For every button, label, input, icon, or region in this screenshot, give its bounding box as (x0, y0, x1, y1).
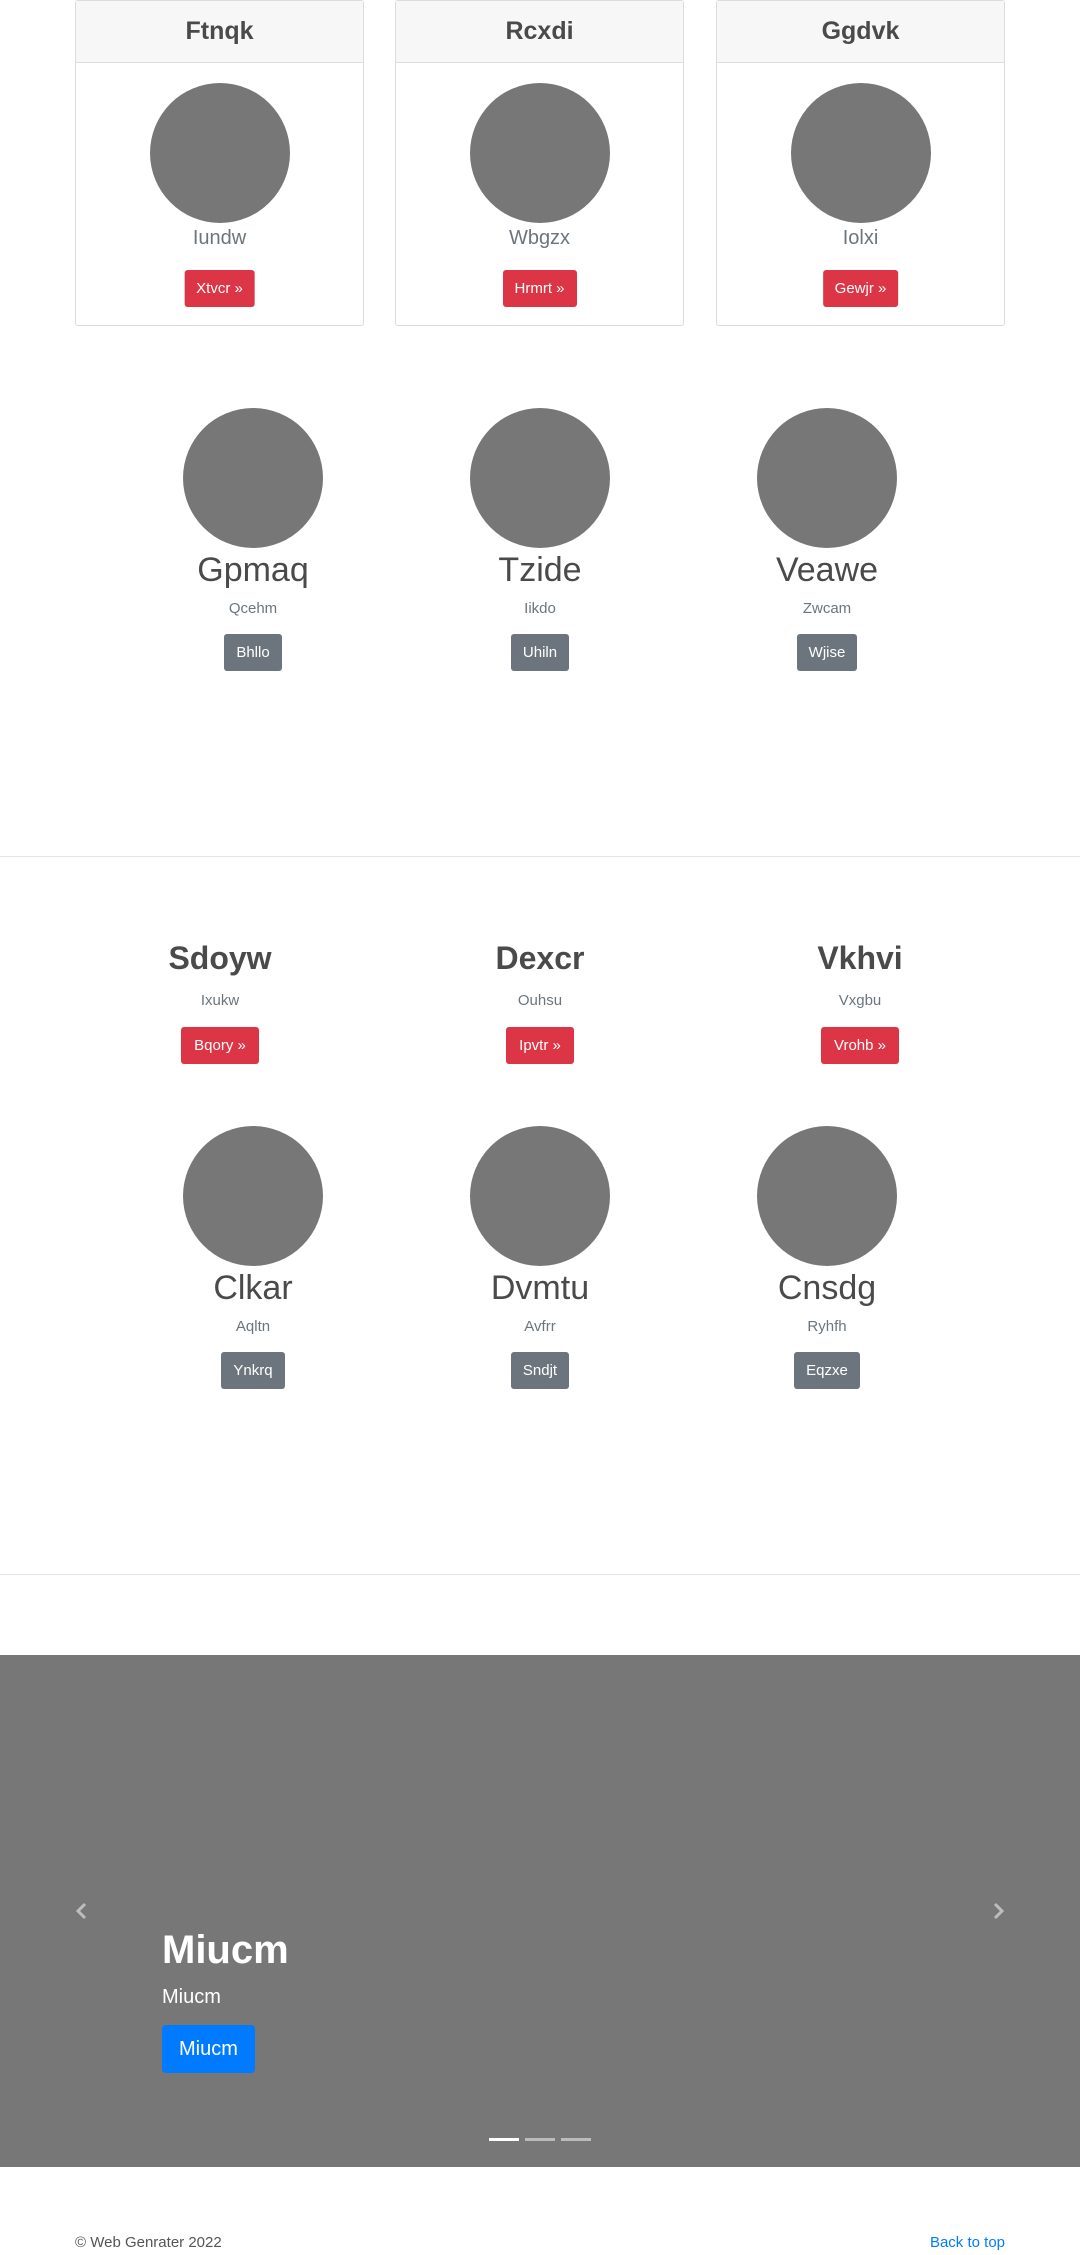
profile-name: Tzide (498, 551, 582, 589)
carousel-caption: Miucm Miucm Miucm (162, 1926, 289, 2073)
carousel-indicator[interactable] (561, 2138, 591, 2141)
profile-subtitle: Qcehm (228, 600, 278, 617)
profile-name: Cnsdg (777, 1269, 877, 1307)
feature-column: Dexcr Ouhsu Ipvtr » (410, 938, 670, 1064)
carousel-indicators (0, 2138, 1080, 2141)
feature-subtitle: Ouhsu (517, 992, 563, 1009)
feature-title: Sdoyw (168, 940, 272, 976)
page: Ftnqk Iundw Xtvcr » Rcxdi Wbgzx Hrmrt » … (0, 0, 1080, 2255)
card-title: Ftnqk (76, 1, 363, 63)
card-button[interactable]: Gewjr » (822, 270, 899, 307)
feature-title: Dexcr (495, 940, 585, 976)
feature-subtitle: Vxgbu (838, 992, 882, 1009)
card: Ggdvk Iolxi Gewjr » (716, 0, 1005, 326)
profile-button[interactable]: Eqzxe (794, 1352, 860, 1389)
feature-title: Vkhvi (817, 940, 903, 976)
profile-subtitle: Aqltn (235, 1318, 271, 1335)
carousel-cta-button[interactable]: Miucm (162, 2025, 255, 2073)
card-button[interactable]: Xtvcr » (184, 270, 255, 307)
feature-button[interactable]: Ipvtr » (506, 1027, 574, 1064)
carousel: Miucm Miucm Miucm (0, 1655, 1080, 2167)
avatar (183, 1126, 323, 1266)
carousel-next-button[interactable] (978, 1891, 1018, 1931)
chevron-right-icon (993, 1902, 1005, 1920)
section-divider (0, 856, 1080, 857)
card: Ftnqk Iundw Xtvcr » (75, 0, 364, 326)
avatar (149, 83, 290, 223)
carousel-subtitle: Miucm (162, 1986, 221, 2008)
profile-name: Clkar (213, 1269, 293, 1307)
feature-button[interactable]: Bqory » (181, 1027, 259, 1064)
carousel-prev-button[interactable] (62, 1891, 102, 1931)
section-divider (0, 1574, 1080, 1575)
carousel-indicator[interactable] (489, 2138, 519, 2141)
avatar (470, 408, 610, 548)
profile-block: Clkar Aqltn Ynkrq (153, 1126, 353, 1389)
footer-copyright: © Web Genrater 2022 (75, 2234, 222, 2251)
profile-button[interactable]: Bhllo (224, 634, 282, 671)
chevron-left-icon (75, 1902, 87, 1920)
profile-block: Tzide Iikdo Uhiln (440, 408, 640, 671)
profile-block: Veawe Zwcam Wjise (727, 408, 927, 671)
card-subtitle: Wbgzx (508, 227, 571, 249)
profile-subtitle: Ryhfh (807, 1318, 847, 1335)
card-subtitle: Iundw (192, 227, 247, 249)
feature-subtitle: Ixukw (200, 992, 240, 1009)
profile-block: Gpmaq Qcehm Bhllo (153, 408, 353, 671)
avatar (790, 83, 931, 223)
profile-button[interactable]: Wjise (796, 634, 858, 671)
profile-name: Dvmtu (490, 1269, 590, 1307)
profile-button[interactable]: Ynkrq (221, 1352, 285, 1389)
profile-button[interactable]: Uhiln (510, 634, 570, 671)
profile-button[interactable]: Sndjt (510, 1352, 570, 1389)
avatar (757, 1126, 897, 1266)
card-subtitle: Iolxi (842, 227, 879, 249)
feature-button[interactable]: Vrohb » (821, 1027, 899, 1064)
profile-subtitle: Avfrr (524, 1318, 556, 1335)
profile-subtitle: Iikdo (524, 600, 556, 617)
card-row: Ftnqk Iundw Xtvcr » Rcxdi Wbgzx Hrmrt » … (75, 0, 1005, 328)
carousel-indicator[interactable] (525, 2138, 555, 2141)
carousel-title: Miucm (162, 1928, 289, 1972)
card-title: Ggdvk (717, 1, 1004, 63)
profile-block: Dvmtu Avfrr Sndjt (440, 1126, 640, 1389)
avatar (470, 1126, 610, 1266)
feature-column: Sdoyw Ixukw Bqory » (90, 938, 350, 1064)
profile-subtitle: Zwcam (802, 600, 852, 617)
avatar (183, 408, 323, 548)
avatar (757, 408, 897, 548)
feature-column: Vkhvi Vxgbu Vrohb » (730, 938, 990, 1064)
card-button[interactable]: Hrmrt » (502, 270, 577, 307)
card: Rcxdi Wbgzx Hrmrt » (395, 0, 684, 326)
profile-block: Cnsdg Ryhfh Eqzxe (727, 1126, 927, 1389)
profile-name: Veawe (775, 551, 879, 589)
avatar (469, 83, 610, 223)
back-to-top-link[interactable]: Back to top (930, 2234, 1005, 2251)
card-title: Rcxdi (396, 1, 683, 63)
profile-name: Gpmaq (197, 551, 309, 589)
